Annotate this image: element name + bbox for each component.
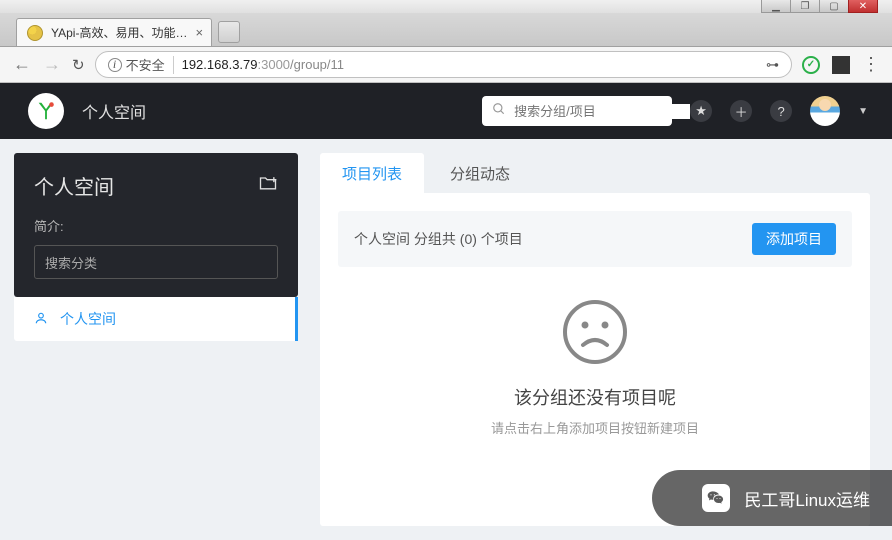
- add-folder-icon[interactable]: [258, 173, 278, 199]
- browser-tab[interactable]: YApi-高效、易用、功能… ×: [16, 18, 212, 46]
- security-indicator[interactable]: i 不安全: [108, 55, 165, 74]
- sidebar-item-label: 个人空间: [60, 309, 116, 329]
- browser-menu-icon[interactable]: ⋮: [862, 56, 880, 74]
- user-icon: [34, 311, 48, 328]
- header-search[interactable]: [482, 96, 672, 126]
- help-icon[interactable]: ?: [770, 100, 792, 122]
- sidebar-brief-label: 简介:: [34, 216, 278, 235]
- logo-y-icon: [35, 100, 57, 122]
- window-restore-button[interactable]: ❐: [790, 0, 820, 13]
- new-tab-button[interactable]: [218, 21, 240, 43]
- separator: [173, 56, 174, 74]
- tab-group-activity[interactable]: 分组动态: [428, 153, 532, 193]
- tab-project-list[interactable]: 项目列表: [320, 153, 424, 193]
- sidebar-header-card: 个人空间 简介: 搜索分类: [14, 153, 298, 297]
- window-maximize-button[interactable]: ▢: [819, 0, 849, 13]
- star-icon[interactable]: ★: [690, 100, 712, 122]
- window-close-button[interactable]: ✕: [848, 0, 878, 13]
- project-count-bar: 个人空间 分组共 (0) 个项目 添加项目: [338, 211, 852, 267]
- project-count-text: 个人空间 分组共 (0) 个项目: [354, 229, 523, 249]
- breadcrumb-title: 个人空间: [82, 99, 146, 123]
- header-search-input[interactable]: [514, 104, 690, 119]
- sidebar: 个人空间 简介: 搜索分类 个人空间: [0, 139, 312, 540]
- wechat-icon: [702, 484, 730, 512]
- window-titlebar: ▁ ❐ ▢ ✕: [0, 0, 892, 13]
- address-bar[interactable]: i 不安全 192.168.3.79:3000/group/11 ⊶: [95, 51, 792, 78]
- app-header: 个人空间 ★ ＋ ? ▼: [0, 83, 892, 139]
- url-text: 192.168.3.79:3000/group/11: [182, 57, 344, 72]
- reload-button[interactable]: ↻: [72, 56, 85, 74]
- tab-close-icon[interactable]: ×: [195, 25, 203, 40]
- extension-grid-icon[interactable]: [832, 56, 850, 74]
- sidebar-title: 个人空间: [34, 171, 114, 200]
- tab-favicon-icon: [27, 25, 43, 41]
- info-icon: i: [108, 58, 122, 72]
- forward-button[interactable]: →: [42, 54, 62, 75]
- sidebar-item-personal[interactable]: 个人空间: [14, 297, 298, 341]
- watermark-text: 民工哥Linux运维: [744, 486, 870, 511]
- browser-toolbar: ← → ↻ i 不安全 192.168.3.79:3000/group/11 ⊶…: [0, 47, 892, 83]
- extension-shield-icon[interactable]: ✓: [802, 56, 820, 74]
- site-key-icon[interactable]: ⊶: [766, 57, 779, 73]
- tab-title: YApi-高效、易用、功能…: [51, 24, 187, 41]
- window-minimize-button[interactable]: ▁: [761, 0, 791, 13]
- empty-state-title: 该分组还没有项目呢: [514, 384, 676, 410]
- sidebar-search-placeholder: 搜索分类: [45, 253, 97, 272]
- empty-face-icon: [560, 297, 630, 372]
- chevron-down-icon[interactable]: ▼: [858, 106, 868, 117]
- empty-state-subtitle: 请点击右上角添加项目按钮新建项目: [491, 418, 699, 437]
- app-logo[interactable]: [28, 93, 64, 129]
- sidebar-list: 个人空间: [14, 297, 298, 341]
- add-project-button[interactable]: 添加项目: [752, 223, 836, 255]
- sidebar-search-input[interactable]: 搜索分类: [34, 245, 278, 279]
- content-tabs: 项目列表 分组动态: [320, 153, 870, 193]
- plus-icon[interactable]: ＋: [730, 100, 752, 122]
- avatar[interactable]: [810, 96, 840, 126]
- search-icon: [492, 102, 506, 121]
- browser-tab-strip: YApi-高效、易用、功能… ×: [0, 13, 892, 47]
- back-button[interactable]: ←: [12, 54, 32, 75]
- security-label: 不安全: [126, 55, 165, 74]
- watermark-overlay: 民工哥Linux运维: [652, 470, 892, 526]
